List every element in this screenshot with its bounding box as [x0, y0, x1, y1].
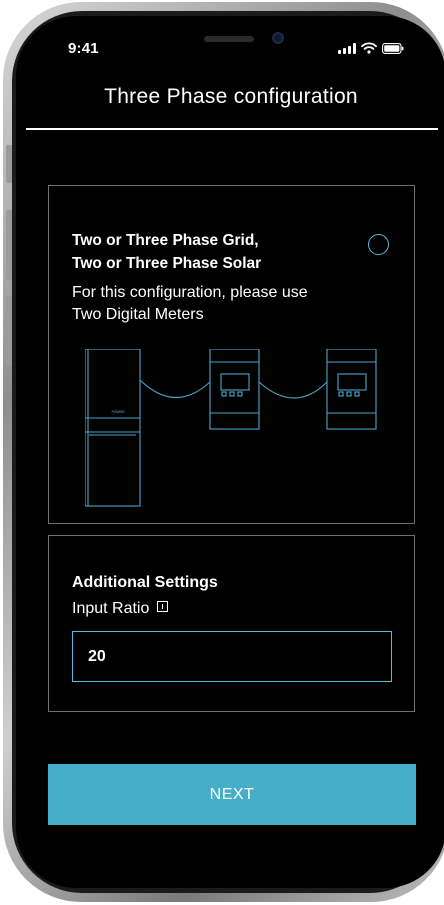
input-ratio-field[interactable] — [72, 631, 392, 682]
info-icon[interactable] — [157, 600, 169, 612]
digital-meter-2-illustration — [326, 349, 377, 430]
status-time: 9:41 — [68, 40, 99, 57]
additional-settings-card: Additional Settings Input Ratio — [48, 535, 415, 712]
config-desc-line-1: For this configuration, please use — [72, 284, 308, 301]
signal-icon — [338, 42, 356, 54]
config-option-radio[interactable] — [368, 234, 389, 255]
status-icons — [338, 42, 404, 54]
cable-cabinet-to-meter-1 — [139, 379, 211, 399]
cabinet-brand-mark: Aiswei — [111, 409, 124, 414]
config-heading-line-1: Two or Three Phase Grid, — [72, 232, 259, 249]
input-ratio-label: Input Ratio — [72, 600, 150, 617]
config-desc-line-2: Two Digital Meters — [72, 306, 204, 323]
header-divider — [26, 128, 438, 130]
digital-meter-1-illustration — [209, 349, 260, 430]
front-camera — [272, 32, 284, 44]
wifi-icon — [361, 42, 377, 54]
config-option-description: For this configuration, please use Two D… — [72, 282, 308, 326]
inverter-cabinet-illustration — [85, 349, 141, 507]
settings-heading: Additional Settings — [72, 574, 218, 591]
volume-down-button — [6, 296, 12, 366]
input-ratio-row: Input Ratio — [72, 600, 169, 618]
two-meters-diagram: Aiswei — [85, 349, 377, 507]
silent-switch — [6, 145, 12, 183]
battery-icon — [382, 42, 404, 54]
cable-meter-1-to-meter-2 — [258, 381, 328, 399]
config-option-heading: Two or Three Phase Grid, Two or Three Ph… — [72, 229, 261, 275]
phone-screen: 9:41 Three Phase configuration Two or Th… — [16, 16, 444, 888]
next-button[interactable]: NEXT — [48, 764, 416, 825]
config-heading-line-2: Two or Three Phase Solar — [72, 255, 262, 272]
config-option-card[interactable]: Two or Three Phase Grid, Two or Three Ph… — [48, 185, 415, 524]
earpiece-speaker — [204, 36, 254, 42]
page-title: Three Phase configuration — [104, 85, 358, 108]
volume-up-button — [6, 210, 12, 280]
